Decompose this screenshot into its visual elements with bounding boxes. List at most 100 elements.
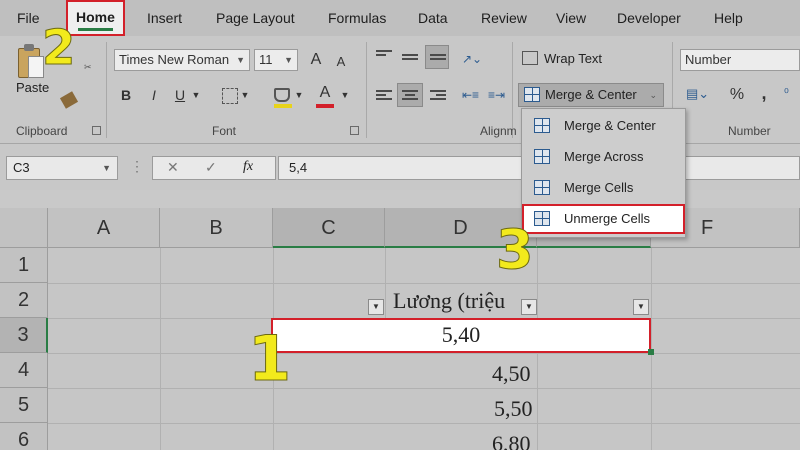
font-family-value: Times New Roman [119, 52, 230, 67]
merge-center-icon [524, 87, 540, 102]
menu-help[interactable]: Help [714, 0, 743, 36]
step-2-annotation: 2 [41, 20, 76, 77]
menu-page-layout[interactable]: Page Layout [216, 0, 295, 36]
chevron-down-icon: ▼ [236, 55, 245, 65]
insert-function-icon[interactable]: fx [243, 159, 253, 175]
underline-button[interactable]: U [172, 84, 188, 106]
fill-color-swatch [274, 104, 292, 108]
cancel-icon[interactable]: ✕ [167, 159, 179, 176]
bold-button[interactable]: B [118, 84, 134, 106]
shrink-font-button[interactable]: A [332, 51, 350, 73]
align-center-button[interactable] [397, 83, 423, 107]
chevron-down-icon[interactable]: ▼ [294, 84, 304, 106]
column-header-a[interactable]: A [48, 208, 160, 248]
merge-across-icon [534, 149, 550, 164]
filter-dropdown-icon[interactable]: ▼ [368, 299, 384, 315]
cell-value[interactable]: 4,50 [492, 361, 531, 387]
number-format-select[interactable]: Number [680, 49, 800, 71]
fill-handle[interactable] [648, 349, 654, 355]
chevron-down-icon: ⌄ [649, 90, 657, 100]
grid-line [48, 353, 800, 354]
row-header-5[interactable]: 5 [0, 388, 48, 423]
cell-value[interactable]: 6,80 [492, 431, 531, 450]
align-bottom-icon [430, 54, 446, 66]
grow-font-button[interactable]: A [306, 49, 326, 71]
filter-dropdown-icon[interactable]: ▼ [633, 299, 649, 315]
merge-dropdown-menu: Merge & Center Merge Across Merge Cells … [521, 108, 686, 238]
font-color-button[interactable]: A [316, 82, 334, 104]
comma-style-button[interactable]: , [758, 82, 770, 104]
menu-item-merge-across[interactable]: Merge Across [522, 142, 685, 172]
clipboard-launcher-icon[interactable] [92, 126, 101, 135]
name-box[interactable]: C3 ▼ [6, 156, 118, 180]
align-center-icon [402, 90, 418, 102]
filter-dropdown-icon[interactable]: ▼ [521, 299, 537, 315]
increase-indent-icon[interactable]: ≡⇥ [488, 88, 505, 102]
borders-icon[interactable] [222, 88, 238, 104]
align-top-icon[interactable] [376, 50, 392, 62]
font-family-select[interactable]: Times New Roman ▼ [114, 49, 250, 71]
menu-bar: File Home Insert Page Layout Formulas Da… [0, 0, 800, 36]
menu-insert[interactable]: Insert [147, 0, 182, 36]
chevron-down-icon[interactable]: ▼ [191, 84, 201, 106]
step-3-annotation: 3 [496, 218, 535, 282]
format-painter-icon[interactable] [59, 91, 79, 109]
merge-cells-icon [534, 180, 550, 195]
number-group-label: Number [728, 124, 771, 138]
formula-buttons: ✕ ✓ fx [152, 156, 276, 180]
chevron-down-icon[interactable]: ▼ [240, 84, 250, 106]
increase-decimal-icon[interactable]: ⁰ [784, 86, 789, 100]
grid-line [48, 388, 800, 389]
active-cell-c3[interactable]: 5,40 [271, 318, 651, 353]
accounting-format-icon[interactable]: ▤⌄ [686, 86, 709, 102]
menu-item-label: Merge Cells [564, 180, 634, 195]
align-left-icon[interactable] [376, 90, 392, 102]
enter-icon[interactable]: ✓ [205, 159, 217, 176]
chevron-down-icon: ▼ [102, 163, 111, 173]
menu-item-unmerge-cells[interactable]: Unmerge Cells [522, 204, 685, 234]
column-header-c[interactable]: C [273, 208, 385, 248]
menu-item-label: Unmerge Cells [564, 211, 650, 226]
decrease-indent-icon[interactable]: ⇤≡ [462, 88, 479, 102]
menu-formulas[interactable]: Formulas [328, 0, 386, 36]
row-header-2[interactable]: 2 [0, 283, 48, 318]
percent-style-button[interactable]: % [728, 84, 746, 106]
menu-item-merge-cells[interactable]: Merge Cells [522, 173, 685, 203]
align-middle-icon[interactable] [402, 54, 418, 66]
row-header-6[interactable]: 6 [0, 423, 48, 450]
header-cell-luong[interactable]: Lương (triệu [393, 288, 505, 314]
step-1-annotation: 1 [247, 322, 292, 396]
menu-item-merge-center[interactable]: Merge & Center [522, 111, 685, 141]
wrap-text-icon[interactable] [522, 51, 538, 65]
cut-icon[interactable]: ✂ [84, 62, 92, 73]
chevron-down-icon[interactable]: ▼ [340, 84, 350, 106]
grid-line [48, 283, 800, 284]
font-size-select[interactable]: 11 ▼ [254, 49, 298, 71]
menu-developer[interactable]: Developer [617, 0, 681, 36]
row-header-4[interactable]: 4 [0, 353, 48, 388]
align-right-icon[interactable] [430, 90, 446, 102]
menu-data[interactable]: Data [418, 0, 448, 36]
row-header-3[interactable]: 3 [0, 318, 48, 353]
paste-button[interactable]: Paste [16, 80, 49, 95]
clipboard-group-label: Clipboard [16, 124, 68, 138]
cell-value[interactable]: 5,50 [494, 396, 533, 422]
select-all-button[interactable] [0, 208, 48, 248]
fill-color-icon[interactable] [274, 88, 290, 102]
ribbon-separator [106, 42, 107, 138]
unmerge-cells-icon [534, 211, 550, 226]
alignment-group-label: Alignm [480, 124, 517, 138]
menu-file[interactable]: File [17, 0, 40, 36]
italic-button[interactable]: I [146, 84, 162, 106]
more-options-icon[interactable]: ⋮ [130, 158, 144, 175]
column-header-b[interactable]: B [160, 208, 273, 248]
align-bottom-button[interactable] [425, 45, 449, 69]
orientation-icon[interactable]: ↗⌄ [462, 52, 482, 66]
menu-item-label: Merge & Center [564, 118, 656, 133]
wrap-text-button[interactable]: Wrap Text [544, 51, 602, 66]
row-header-1[interactable]: 1 [0, 248, 48, 283]
font-size-value: 11 [259, 52, 273, 67]
font-launcher-icon[interactable] [350, 126, 359, 135]
menu-view[interactable]: View [556, 0, 586, 36]
menu-review[interactable]: Review [481, 0, 527, 36]
